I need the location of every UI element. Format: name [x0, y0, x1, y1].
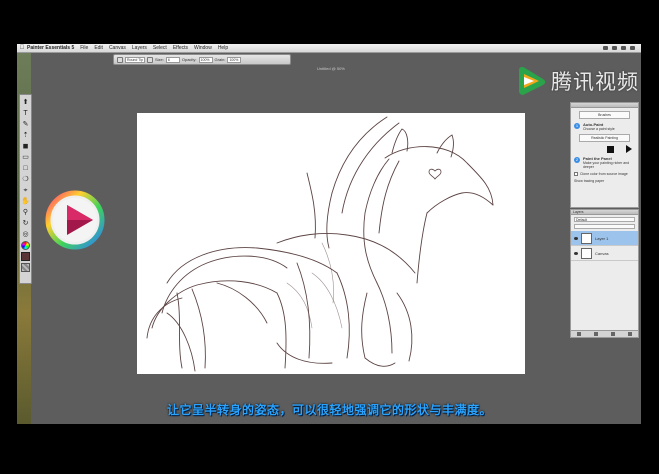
brush-tool-icon[interactable]: ✎	[21, 120, 30, 129]
selection-tool-icon[interactable]: □	[21, 164, 30, 173]
layers-panel-title: Layers	[573, 210, 584, 214]
visibility-eye-icon[interactable]	[574, 251, 578, 255]
step-auto-paint: 1 Auto-Paint Choose a paint style	[574, 123, 635, 131]
play-icon[interactable]	[626, 145, 632, 153]
layer-name: Layer 1	[595, 235, 609, 241]
zoom-tool-icon[interactable]: ⚲	[21, 208, 30, 217]
brush-variant-field[interactable]: Round Tip	[125, 56, 145, 63]
grain-label: Grain:	[214, 57, 226, 62]
new-layer-icon[interactable]	[577, 332, 582, 336]
opacity-label: Opacity:	[181, 57, 197, 62]
drawing-canvas[interactable]	[137, 113, 525, 374]
eraser-tool-icon[interactable]: ▭	[21, 153, 30, 162]
step-two-icon: 2	[574, 157, 580, 163]
menu-select[interactable]: Select	[153, 45, 167, 51]
property-bar: Round Tip Size: 6 Opacity: 100% Grain: 1…	[113, 54, 291, 65]
checkbox-icon[interactable]	[574, 172, 578, 176]
watermark-text: 腾讯视频	[551, 71, 639, 94]
tracing-paper-toggle[interactable]: Show tracing paper	[574, 179, 635, 183]
playback-controls	[607, 145, 638, 153]
horse-sketch	[146, 116, 494, 372]
step-one-icon: 1	[574, 123, 580, 129]
color-swatch[interactable]	[21, 252, 30, 261]
crop-tool-icon[interactable]: ⌖	[21, 186, 30, 195]
video-subtitle: 让它呈半转身的姿态，可以很轻地强调它的形状与丰满度。	[166, 403, 492, 417]
layers-footer	[571, 330, 638, 337]
layers-panel: Layers Default Layer 1 Canvas	[570, 209, 639, 338]
clone-tool-icon[interactable]: ◎	[21, 230, 30, 239]
arrow-tool-icon[interactable]: ⬆	[21, 98, 30, 107]
toolbox: ⬆ T ✎ ⇡ ◼ ▭ □ ❍ ⌖ ✋ ⚲ ↻ ◎	[19, 94, 32, 284]
paper-texture-swatch[interactable]	[21, 263, 30, 272]
battery-icon[interactable]	[621, 46, 626, 50]
tracing-paper-label: Show tracing paper	[574, 179, 605, 183]
menu-bar:  Painter Essentials 5 File Edit Canvas …	[17, 44, 641, 53]
video-play-button[interactable]	[43, 188, 107, 252]
rotate-tool-icon[interactable]: ↻	[21, 219, 30, 228]
size-label: Size:	[154, 57, 164, 62]
wifi-icon[interactable]	[603, 46, 608, 50]
layer-row-layer-1[interactable]: Layer 1	[571, 231, 638, 246]
step-paint-panel: 2 Paint the Panel Make your painting ric…	[574, 157, 635, 169]
status-icons	[603, 46, 635, 50]
stop-icon[interactable]	[607, 145, 614, 153]
opacity-field[interactable]: 100%	[198, 56, 213, 63]
document-title: Untitled @ 50%	[317, 66, 345, 71]
panel-header	[571, 103, 638, 108]
dropper-tool-icon[interactable]: ⇡	[21, 131, 30, 140]
auto-painting-panel: Brushes 1 Auto-Paint Choose a paint styl…	[570, 102, 639, 208]
menu-edit[interactable]: Edit	[94, 45, 103, 51]
step-two-text: Make your painting richer and deeper	[583, 161, 630, 169]
group-icon[interactable]	[610, 332, 615, 336]
tencent-video-logo-icon	[519, 67, 546, 95]
dab-icon[interactable]	[146, 56, 153, 63]
lasso-tool-icon[interactable]: ❍	[21, 175, 30, 184]
apple-icon[interactable]: 	[17, 45, 27, 51]
layer-name: Canvas	[595, 250, 609, 256]
menu-file[interactable]: File	[80, 45, 88, 51]
opacity-slider[interactable]	[574, 224, 635, 229]
menu-window[interactable]: Window	[194, 45, 212, 51]
grain-field[interactable]: 100%	[227, 56, 242, 63]
volume-icon[interactable]	[612, 46, 617, 50]
painter-window:  Painter Essentials 5 File Edit Canvas …	[17, 44, 641, 424]
menu-app-name[interactable]: Painter Essentials 5	[27, 45, 74, 51]
composite-method-value: Default	[576, 218, 588, 222]
visibility-eye-icon[interactable]	[574, 236, 578, 240]
tencent-video-watermark: 腾讯视频	[516, 66, 639, 96]
clone-color-label: Clone color from source image	[580, 172, 628, 176]
search-icon[interactable]	[630, 46, 635, 50]
menu-layers[interactable]: Layers	[132, 45, 147, 51]
play-button-icon	[45, 190, 105, 250]
size-field[interactable]: 6	[165, 56, 180, 63]
layer-thumbnail	[581, 232, 592, 244]
reset-icon[interactable]	[117, 56, 123, 63]
layer-row-canvas[interactable]: Canvas	[571, 246, 638, 261]
menu-canvas[interactable]: Canvas	[109, 45, 126, 51]
menu-help[interactable]: Help	[218, 45, 228, 51]
preset-selector[interactable]: Realistic Painting	[579, 134, 630, 142]
step-one-text: Choose a paint style	[583, 127, 615, 131]
layer-mask-icon[interactable]	[594, 332, 599, 336]
hand-tool-icon[interactable]: ✋	[21, 197, 30, 206]
text-tool-icon[interactable]: T	[21, 109, 30, 118]
composite-method-select[interactable]: Default	[574, 217, 635, 222]
clone-color-checkbox[interactable]: Clone color from source image	[574, 172, 635, 176]
layer-thumbnail	[581, 247, 592, 259]
layers-panel-header: Layers	[571, 210, 638, 215]
brush-selector[interactable]: Brushes	[579, 111, 630, 119]
delete-layer-icon[interactable]	[627, 332, 632, 336]
paint-bucket-icon[interactable]: ◼	[21, 142, 30, 151]
menu-effects[interactable]: Effects	[173, 45, 188, 51]
color-wheel-icon[interactable]	[21, 241, 30, 250]
